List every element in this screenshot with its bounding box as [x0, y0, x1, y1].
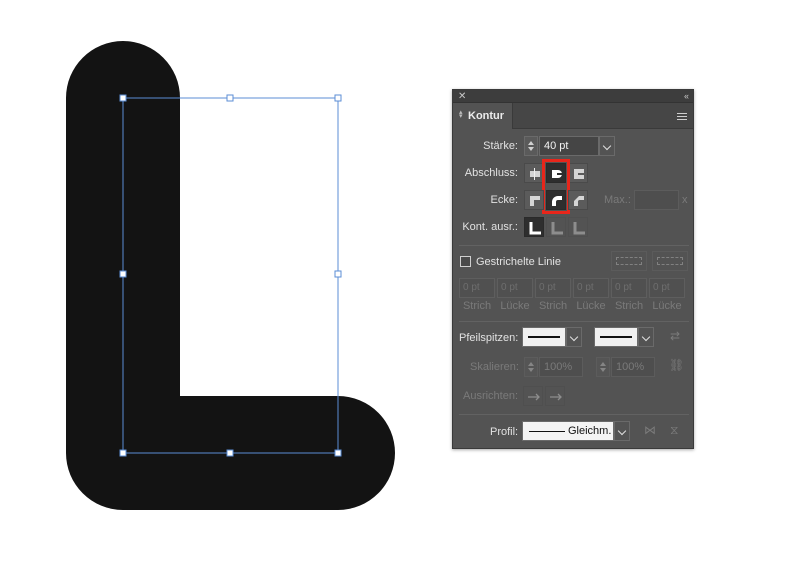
dash-label: Strich — [614, 300, 644, 312]
align-center-button[interactable] — [524, 217, 544, 237]
dash-field: 0 pt — [459, 278, 495, 298]
separator — [459, 321, 689, 322]
gap-label: Lücke — [576, 300, 606, 312]
handle-top-center[interactable] — [226, 94, 234, 102]
close-icon[interactable]: ✕ — [458, 90, 466, 103]
scale-label: Skalieren: — [470, 361, 519, 373]
separator — [459, 414, 689, 415]
scale-end-input: 100% — [611, 357, 655, 377]
swap-arrowheads-icon[interactable]: ⇄ — [670, 329, 680, 343]
align-inside-icon — [551, 222, 563, 235]
bevel-join-button[interactable] — [568, 190, 588, 210]
arrowheads-label: Pfeilspitzen: — [459, 332, 519, 344]
miter-limit-label: Max.: — [604, 194, 631, 206]
round-join-button[interactable] — [546, 190, 566, 210]
link-scale-icon: ⛓ — [669, 358, 685, 372]
dash-label: Strich — [538, 300, 568, 312]
tab-label: Kontur — [468, 110, 505, 122]
round-join-icon — [552, 196, 562, 206]
l-shape-stroke[interactable] — [66, 41, 395, 510]
gap-label: Lücke — [500, 300, 530, 312]
scale-end-stepper — [596, 357, 610, 377]
arrow-tip-beyond-button — [523, 386, 543, 406]
start-arrowhead-dropdown[interactable] — [566, 327, 582, 347]
stroke-panel: ✕ ‹‹ ▴ ▾ Kontur Stärke: 40 pt Abschluss: … — [452, 89, 694, 449]
arrow-tip-at-end-icon — [550, 393, 562, 401]
bevel-join-icon — [574, 196, 584, 206]
handle-bottom-left[interactable] — [119, 449, 127, 457]
align-outside-icon — [573, 222, 585, 235]
tab-kontur[interactable]: ▴ ▾ Kontur — [453, 103, 513, 129]
arrow-tip-beyond-icon — [528, 393, 540, 401]
miter-limit-unit: x — [682, 194, 688, 206]
butt-cap-button[interactable] — [524, 163, 544, 183]
weight-input[interactable]: 40 pt — [539, 136, 599, 156]
arrow-align-label: Ausrichten: — [463, 390, 519, 402]
gap-label: Lücke — [652, 300, 682, 312]
arrow-tip-at-end-button — [545, 386, 565, 406]
projecting-cap-icon — [574, 169, 584, 179]
start-arrowhead-select[interactable] — [522, 327, 566, 347]
profile-dropdown[interactable] — [614, 421, 630, 441]
panel-tab-strip: ▴ ▾ Kontur — [453, 103, 693, 129]
cap-label: Abschluss: — [464, 167, 518, 179]
gap-field: 0 pt — [649, 278, 685, 298]
dashed-line-label: Gestrichelte Linie — [476, 256, 561, 268]
corner-label: Ecke: — [490, 194, 518, 206]
weight-label: Stärke: — [483, 140, 518, 152]
dash-field: 0 pt — [611, 278, 647, 298]
dash-field: 0 pt — [535, 278, 571, 298]
miter-limit-input — [634, 190, 679, 210]
panel-menu-icon[interactable] — [677, 113, 687, 120]
scale-start-input: 100% — [539, 357, 583, 377]
panel-title-bar[interactable]: ✕ ‹‹ — [453, 90, 693, 103]
handle-top-right[interactable] — [334, 94, 342, 102]
tab-options-icon[interactable]: ▴ ▾ — [459, 109, 463, 120]
profile-label: Profil: — [490, 426, 519, 438]
weight-dropdown-button[interactable] — [599, 136, 615, 156]
align-stroke-label: Kont. ausr.: — [462, 221, 518, 233]
align-inside-button — [546, 217, 566, 237]
end-arrowhead-dropdown[interactable] — [638, 327, 654, 347]
collapse-icon[interactable]: ‹‹ — [684, 90, 689, 103]
handle-middle-left[interactable] — [119, 270, 127, 278]
profile-value: Gleichm. — [568, 425, 612, 437]
profile-select[interactable]: Gleichm. — [522, 421, 614, 441]
align-outside-button — [568, 217, 588, 237]
preserve-dash-button — [611, 251, 647, 271]
flip-horizontal-icon: ⋈ — [644, 423, 656, 437]
handle-bottom-right[interactable] — [334, 449, 342, 457]
gap-field: 0 pt — [497, 278, 533, 298]
gap-field: 0 pt — [573, 278, 609, 298]
dashed-line-checkbox[interactable] — [460, 256, 471, 267]
align-dash-button — [652, 251, 688, 271]
dash-label: Strich — [462, 300, 492, 312]
handle-top-left[interactable] — [119, 94, 127, 102]
separator — [459, 245, 689, 246]
miter-join-icon — [530, 196, 540, 206]
align-center-icon — [529, 222, 541, 235]
projecting-cap-button[interactable] — [568, 163, 588, 183]
butt-cap-icon — [530, 168, 540, 180]
miter-join-button[interactable] — [524, 190, 544, 210]
weight-stepper[interactable] — [524, 136, 538, 156]
scale-start-stepper — [524, 357, 538, 377]
handle-bottom-center[interactable] — [226, 449, 234, 457]
flip-vertical-icon: ⧖ — [670, 423, 679, 437]
handle-middle-right[interactable] — [334, 270, 342, 278]
end-arrowhead-select[interactable] — [594, 327, 638, 347]
